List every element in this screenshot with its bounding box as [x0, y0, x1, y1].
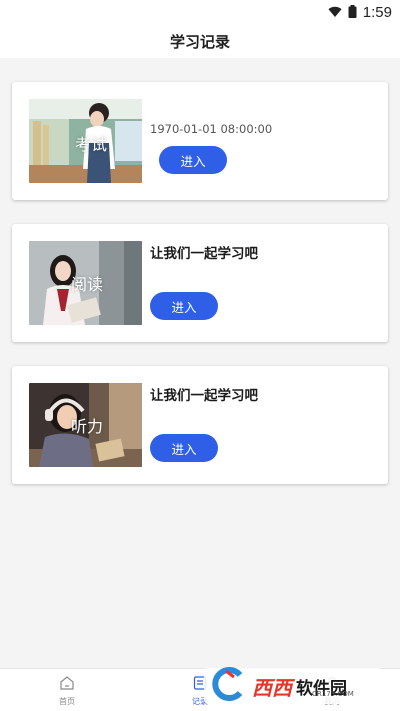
status-bar: 1:59: [0, 0, 400, 24]
card-thumbnail: 听力: [29, 383, 142, 467]
thumbnail-label: 听力: [71, 417, 104, 436]
home-icon: [59, 675, 75, 695]
record-card-listening[interactable]: 听力 让我们一起学习吧 进入: [12, 366, 388, 484]
thumbnail-label: 考试: [75, 135, 108, 154]
battery-icon: [348, 3, 357, 22]
page-title: 学习记录: [169, 32, 230, 51]
watermark-c-icon: [204, 667, 248, 705]
record-card-reading[interactable]: 阅读 让我们一起学习吧 进入: [12, 224, 388, 342]
watermark-brand: 西西: [252, 675, 292, 700]
status-icons: 1:59: [328, 1, 392, 23]
tab-label: 首页: [59, 696, 75, 706]
thumbnail-label: 阅读: [71, 275, 104, 294]
card-timestamp: 1970-01-01 08:00:00: [150, 122, 273, 136]
tab-home[interactable]: 首页: [27, 669, 107, 711]
status-time: 1:59: [362, 3, 392, 21]
enter-button[interactable]: 进入: [159, 146, 227, 174]
enter-button[interactable]: 进入: [150, 292, 218, 320]
watermark-domain: CR173.COM: [312, 690, 354, 698]
enter-button[interactable]: 进入: [150, 434, 218, 462]
card-thumbnail: 考试: [29, 99, 142, 183]
card-thumbnail: 阅读: [29, 241, 142, 325]
watermark-logo: 西西 软件园 CR173.COM: [204, 667, 382, 705]
card-heading: 让我们一起学习吧: [150, 246, 258, 262]
record-card-exam[interactable]: 考试 1970-01-01 08:00:00 进入: [12, 82, 388, 200]
wifi-icon: [328, 3, 342, 22]
card-heading: 让我们一起学习吧: [150, 388, 258, 404]
title-bar: 学习记录: [0, 24, 400, 58]
